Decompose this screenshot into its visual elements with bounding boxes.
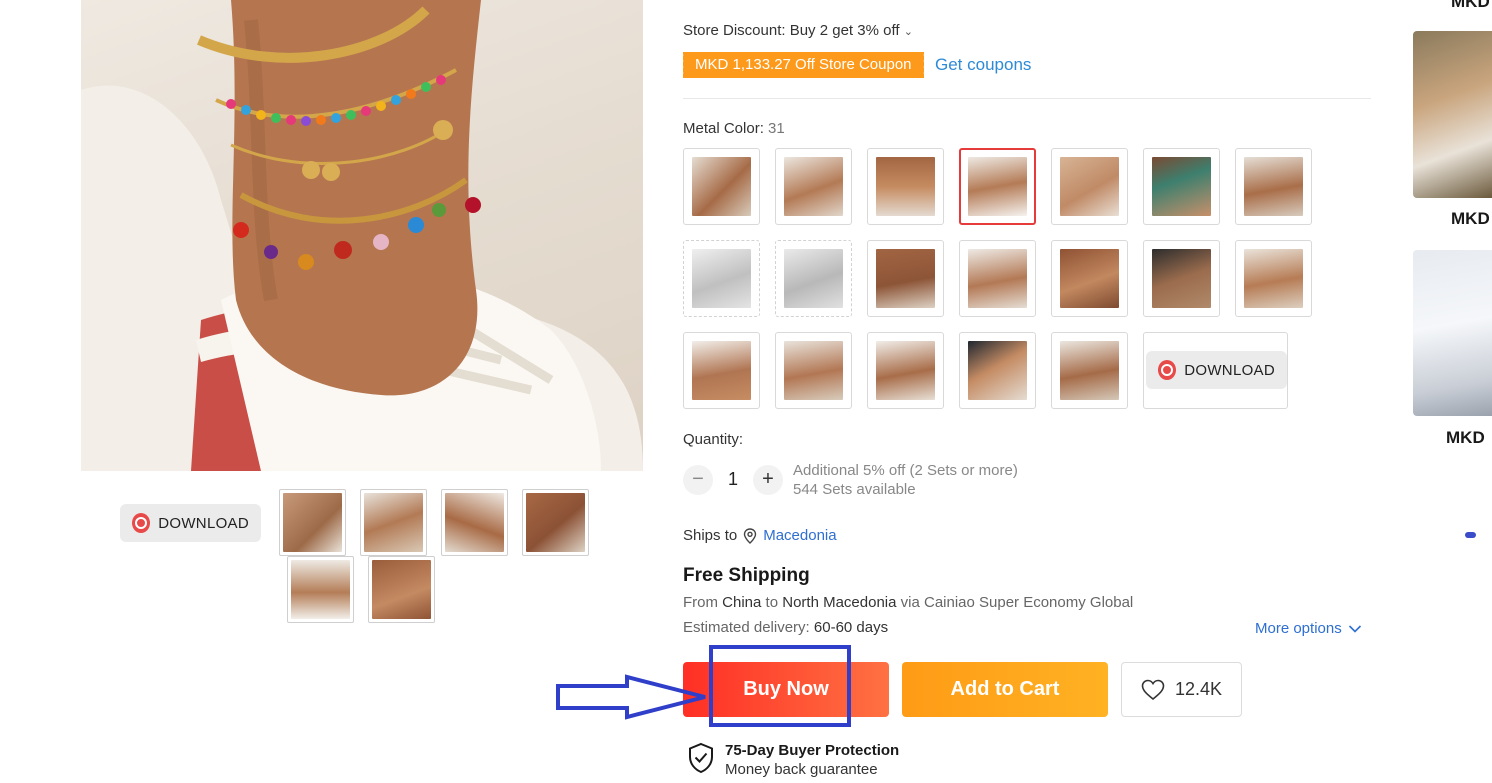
anklet-photo-illustration xyxy=(81,0,643,471)
color-swatch-8-unavailable[interactable] xyxy=(683,240,760,317)
quantity-discount-note: Additional 5% off (2 Sets or more) xyxy=(793,462,1018,479)
main-product-photo[interactable] xyxy=(81,0,643,471)
gallery-download-label: DOWNLOAD xyxy=(158,514,249,532)
rec-price-2: MKD xyxy=(1446,428,1485,447)
color-swatch-18[interactable] xyxy=(959,332,1036,409)
swatch-download-button[interactable]: DOWNLOAD xyxy=(1146,351,1287,389)
gallery-thumb-1[interactable] xyxy=(279,489,346,556)
estimated-delivery-label: Estimated delivery: xyxy=(683,619,810,636)
route-origin: China xyxy=(722,594,762,611)
color-swatch-16[interactable] xyxy=(775,332,852,409)
download-target-icon xyxy=(132,513,151,533)
ships-to-row: Ships to Macedonia xyxy=(683,527,837,544)
recommended-product-1[interactable] xyxy=(1413,31,1492,198)
color-swatch-12[interactable] xyxy=(1051,240,1128,317)
ships-to-location-link[interactable]: Macedonia xyxy=(763,527,836,544)
store-discount-label: Store Discount: Buy 2 get 3% off xyxy=(683,22,900,39)
color-swatch-19[interactable] xyxy=(1051,332,1128,409)
swatch-download-label: DOWNLOAD xyxy=(1184,361,1275,379)
gallery-thumb-2[interactable] xyxy=(360,489,427,556)
gallery-thumb-5[interactable] xyxy=(287,556,354,623)
color-swatch-17[interactable] xyxy=(867,332,944,409)
color-swatch-5[interactable] xyxy=(1051,148,1128,225)
gallery-thumb-3[interactable] xyxy=(441,489,508,556)
more-options-label: More options xyxy=(1255,620,1342,637)
color-swatch-4-selected[interactable] xyxy=(959,148,1036,225)
wishlist-count: 12.4K xyxy=(1174,679,1223,699)
free-shipping-title: Free Shipping xyxy=(683,565,810,586)
estimated-delivery: Estimated delivery: 60-60 days xyxy=(683,619,888,636)
quantity-label: Quantity: xyxy=(683,431,744,448)
rec-price-top: MKD xyxy=(1451,0,1490,11)
ships-to-label: Ships to xyxy=(683,527,738,544)
section-divider xyxy=(683,98,1371,99)
buy-now-button[interactable]: Buy Now xyxy=(683,662,889,717)
store-coupon-badge[interactable]: MKD 1,133.27 Off Store Coupon xyxy=(681,52,924,78)
location-pin-icon xyxy=(744,527,757,544)
route-carrier: via Cainiao Super Economy Global xyxy=(900,594,1134,611)
quantity-value[interactable]: 1 xyxy=(726,469,740,490)
metal-color-label: Metal Color: 31 xyxy=(683,120,785,137)
metal-color-selected: 31 xyxy=(768,120,785,137)
color-swatch-3[interactable] xyxy=(867,148,944,225)
color-swatch-15[interactable] xyxy=(683,332,760,409)
color-swatch-6[interactable] xyxy=(1143,148,1220,225)
protection-subtitle: Money back guarantee xyxy=(725,761,878,778)
swatch-download-tile: DOWNLOAD xyxy=(1143,332,1288,409)
chevron-down-icon: ⌄ xyxy=(903,26,913,38)
add-to-cart-button[interactable]: Add to Cart xyxy=(902,662,1108,717)
buyer-protection: 75-Day Buyer Protection Money back guara… xyxy=(687,742,899,780)
gallery-thumb-4[interactable] xyxy=(522,489,589,556)
rec-price-1: MKD xyxy=(1451,209,1490,228)
route-to-label: to xyxy=(765,594,779,611)
carousel-indicator[interactable] xyxy=(1465,532,1476,538)
chevron-down-icon xyxy=(1348,624,1361,633)
color-swatch-1[interactable] xyxy=(683,148,760,225)
color-swatch-14[interactable] xyxy=(1235,240,1312,317)
metal-color-title: Metal Color: xyxy=(683,120,764,137)
estimated-delivery-value: 60-60 days xyxy=(813,619,889,636)
shield-check-icon xyxy=(689,742,713,774)
heart-icon xyxy=(1141,679,1165,700)
shipping-route: From China to North Macedonia via Cainia… xyxy=(683,594,1133,611)
gallery-download-button[interactable]: DOWNLOAD xyxy=(120,504,261,542)
recommended-product-2[interactable] xyxy=(1413,250,1492,416)
color-swatch-11[interactable] xyxy=(959,240,1036,317)
more-shipping-options-link[interactable]: More options xyxy=(1255,620,1362,637)
download-target-icon xyxy=(1158,360,1177,380)
color-swatch-13[interactable] xyxy=(1143,240,1220,317)
gallery-thumb-6[interactable] xyxy=(368,556,435,623)
quantity-available-note: 544 Sets available xyxy=(793,481,916,498)
route-from-label: From xyxy=(683,594,718,611)
store-discount-text[interactable]: Store Discount: Buy 2 get 3% off ⌄ xyxy=(683,22,913,39)
quantity-increase-button[interactable]: + xyxy=(753,465,783,495)
color-swatch-7[interactable] xyxy=(1235,148,1312,225)
quantity-decrease-button[interactable]: − xyxy=(683,465,713,495)
color-swatch-10[interactable] xyxy=(867,240,944,317)
wishlist-button[interactable]: 12.4K xyxy=(1121,662,1242,717)
color-swatch-2[interactable] xyxy=(775,148,852,225)
color-swatch-9-unavailable[interactable] xyxy=(775,240,852,317)
protection-title: 75-Day Buyer Protection xyxy=(725,742,900,759)
get-coupons-link[interactable]: Get coupons xyxy=(935,55,1031,75)
route-destination: North Macedonia xyxy=(782,594,897,611)
